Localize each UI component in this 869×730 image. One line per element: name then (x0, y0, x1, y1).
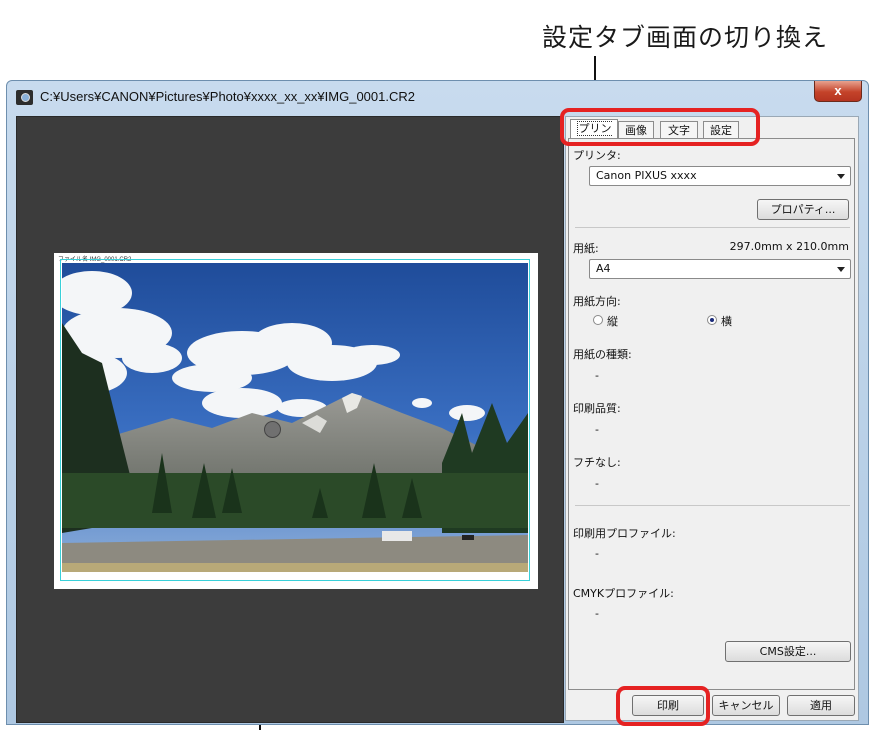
cmyk-profile-value: - (595, 607, 599, 620)
cms-settings-button[interactable]: CMS設定... (725, 641, 851, 662)
print-window: C:¥Users¥CANON¥Pictures¥Photo¥xxxx_xx_xx… (6, 80, 869, 725)
photo-preview[interactable] (62, 263, 528, 572)
cancel-button[interactable]: キャンセル (712, 695, 780, 716)
print-button-highlight-frame (616, 686, 710, 726)
print-quality-label: 印刷品質: (573, 402, 621, 415)
action-bar: 印刷 キャンセル 適用 (566, 690, 858, 720)
divider (575, 227, 850, 228)
printer-label: プリンタ: (573, 149, 621, 162)
mountain-photo (62, 263, 528, 572)
tab-highlight-frame (560, 108, 760, 146)
portrait-radio[interactable] (593, 315, 603, 325)
apply-button[interactable]: 適用 (787, 695, 855, 716)
tab-switch-callout: 設定タブ画面の切り換え (542, 23, 829, 52)
paper-type-label: 用紙の種類: (573, 348, 632, 361)
paper-select-value: A4 (596, 262, 611, 275)
printer-select[interactable]: Canon PIXUS xxxx (589, 166, 851, 186)
close-button[interactable]: x (814, 81, 862, 102)
preview-area: ファイル名 IMG_0001.CR2 (16, 116, 564, 723)
print-profile-label: 印刷用プロファイル: (573, 527, 676, 540)
paper-preview[interactable]: ファイル名 IMG_0001.CR2 (54, 253, 538, 589)
paper-select[interactable]: A4 (589, 259, 851, 279)
paper-type-value: - (595, 369, 599, 382)
paper-size-value: 297.0mm x 210.0mm (729, 240, 849, 253)
photo-position-handle[interactable] (264, 421, 281, 438)
divider (575, 505, 850, 506)
window-title: C:¥Users¥CANON¥Pictures¥Photo¥xxxx_xx_xx… (40, 89, 415, 104)
print-quality-value: - (595, 423, 599, 436)
properties-button[interactable]: プロパティ... (757, 199, 849, 220)
cmyk-profile-label: CMYKプロファイル: (573, 587, 674, 600)
orientation-label: 用紙方向: (573, 295, 621, 308)
camera-icon (16, 90, 33, 105)
landscape-label: 横 (721, 315, 732, 328)
settings-panel: プリンタ 画像 文字 設定 プリンタ: Canon PIXUS xxxx プロパ… (565, 116, 859, 721)
printer-select-value: Canon PIXUS xxxx (596, 169, 697, 182)
paper-label: 用紙: (573, 242, 599, 255)
borderless-value: - (595, 477, 599, 490)
chevron-down-icon (837, 174, 845, 179)
borderless-label: フチなし: (573, 456, 621, 469)
chevron-down-icon (837, 267, 845, 272)
print-profile-value: - (595, 547, 599, 560)
portrait-label: 縦 (607, 315, 618, 328)
landscape-radio[interactable] (707, 315, 717, 325)
printer-tab-content: プリンタ: Canon PIXUS xxxx プロパティ... 用紙: 297.… (568, 138, 855, 690)
